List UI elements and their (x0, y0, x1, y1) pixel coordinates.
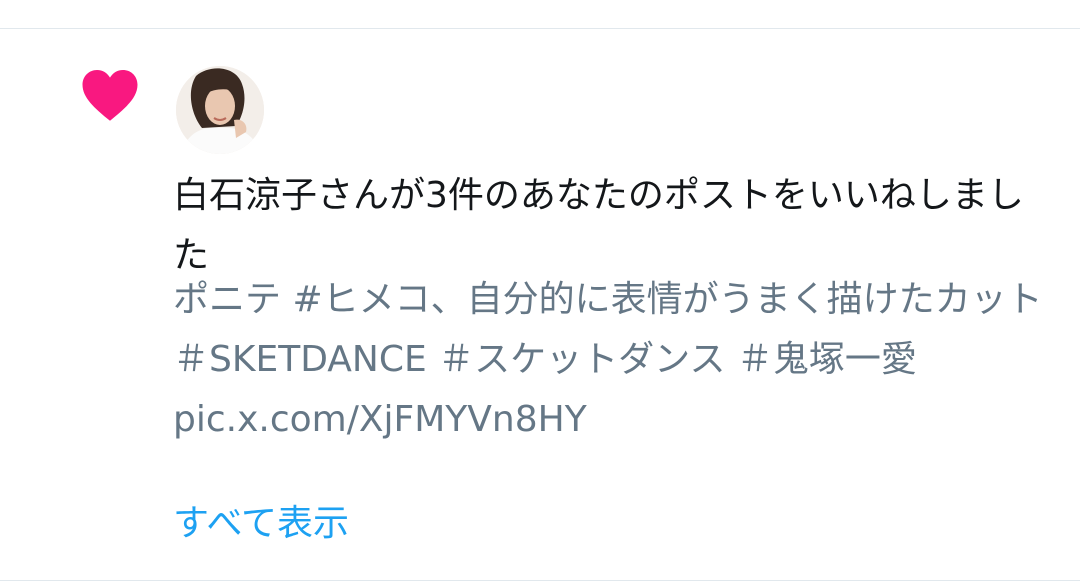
post-preview[interactable]: ポニテ #ヒメコ、自分的に表情がうまく描けたカット ＃SKETDANCE ＃スケ… (173, 270, 1053, 450)
post-preview-line: ポニテ #ヒメコ、自分的に表情がうまく描けたカット (173, 279, 1043, 320)
show-all-link[interactable]: すべて表示 (173, 494, 349, 554)
avatar[interactable] (176, 66, 264, 154)
post-preview-link: pic.x.com/XjFMYVn8HY (173, 399, 587, 440)
notification-message: 白石涼子さんが3件のあなたのポストをいいねしました (173, 175, 1024, 276)
heart-icon (82, 69, 138, 121)
bottom-divider (0, 580, 1080, 581)
post-preview-hashtags: ＃SKETDANCE ＃スケットダンス ＃鬼塚一愛 (173, 339, 917, 380)
